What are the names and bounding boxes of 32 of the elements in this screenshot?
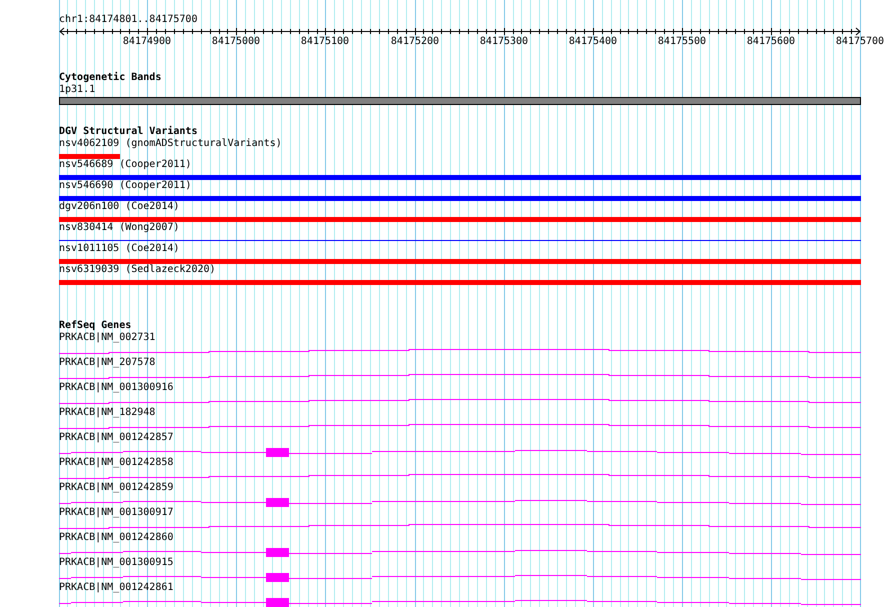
tick-label: 84175600	[746, 36, 796, 47]
track-title: Cytogenetic Bands	[59, 72, 162, 84]
location-label: chr1:84174801..84175700	[59, 14, 198, 26]
tick-label: 84175100	[300, 36, 350, 47]
tick-label: 84175000	[212, 36, 260, 47]
feature-label: dgv206n100 (Coe2014)	[59, 201, 180, 213]
feature-label: nsv1011105 (Coe2014)	[59, 243, 180, 255]
feature-label: PRKACB|NM_182948	[59, 407, 156, 419]
tick-label: 84175200	[390, 36, 440, 47]
tick-label: 84175700	[836, 36, 884, 47]
feature-label: nsv546689 (Cooper2011)	[59, 159, 192, 171]
feature-label: nsv6319039 (Sedlazeck2020)	[59, 264, 216, 276]
feature-label: PRKACB|NM_001242858	[59, 457, 174, 469]
feature-label: PRKACB|NM_001242857	[59, 432, 174, 444]
feature-label: PRKACB|NM_001242859	[59, 482, 174, 494]
feature-label: nsv4062109 (gnomADStructuralVariants)	[59, 138, 282, 150]
feature-label: PRKACB|NM_002731	[59, 332, 156, 344]
tick-label: 84175400	[568, 36, 618, 47]
tick-label: 84175500	[658, 36, 706, 47]
feature-label: PRKACB|NM_001300916	[59, 382, 174, 394]
tick-label: 84174900	[122, 36, 172, 47]
feature-label: nsv546690 (Cooper2011)	[59, 180, 192, 192]
feature-label: PRKACB|NM_001300917	[59, 507, 174, 519]
feature-label: nsv830414 (Wong2007)	[59, 222, 180, 234]
feature-label: 1p31.1	[59, 84, 96, 96]
tick-label: 84175300	[480, 36, 528, 47]
track-title: RefSeq Genes	[59, 320, 132, 332]
feature-label: PRKACB|NM_001242860	[59, 532, 174, 544]
track-title: DGV Structural Variants	[59, 126, 198, 138]
feature-label: PRKACB|NM_207578	[59, 357, 156, 369]
feature-label: PRKACB|NM_001242861	[59, 582, 174, 594]
feature-label: PRKACB|NM_001300915	[59, 557, 174, 569]
